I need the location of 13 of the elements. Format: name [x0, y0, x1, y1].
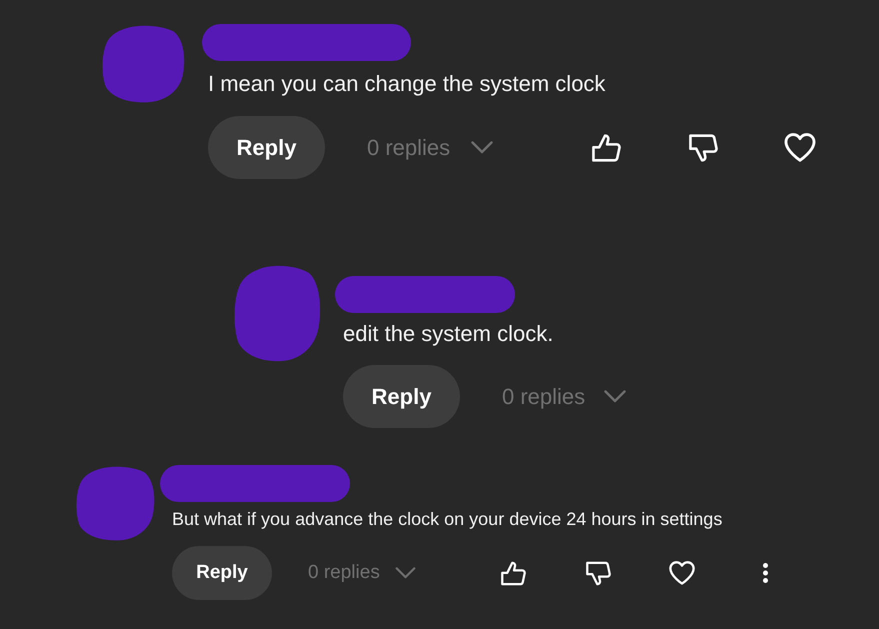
thumbs-up-icon[interactable] [501, 560, 526, 586]
heart-icon[interactable] [668, 561, 696, 585]
reply-button[interactable]: Reply [343, 365, 460, 428]
thumbs-down-icon[interactable] [689, 132, 718, 162]
comment-text: edit the system clock. [343, 321, 554, 347]
comment-text: I mean you can change the system clock [208, 71, 606, 97]
reply-button[interactable]: Reply [208, 116, 325, 179]
more-options-icon[interactable] [763, 563, 768, 583]
thumbs-down-icon[interactable] [586, 560, 611, 586]
comment-text: But what if you advance the clock on your device 24 hours in settings [172, 508, 724, 530]
thumbs-up-icon[interactable] [592, 132, 621, 162]
reply-button[interactable]: Reply [172, 546, 272, 600]
heart-icon[interactable] [784, 133, 816, 162]
